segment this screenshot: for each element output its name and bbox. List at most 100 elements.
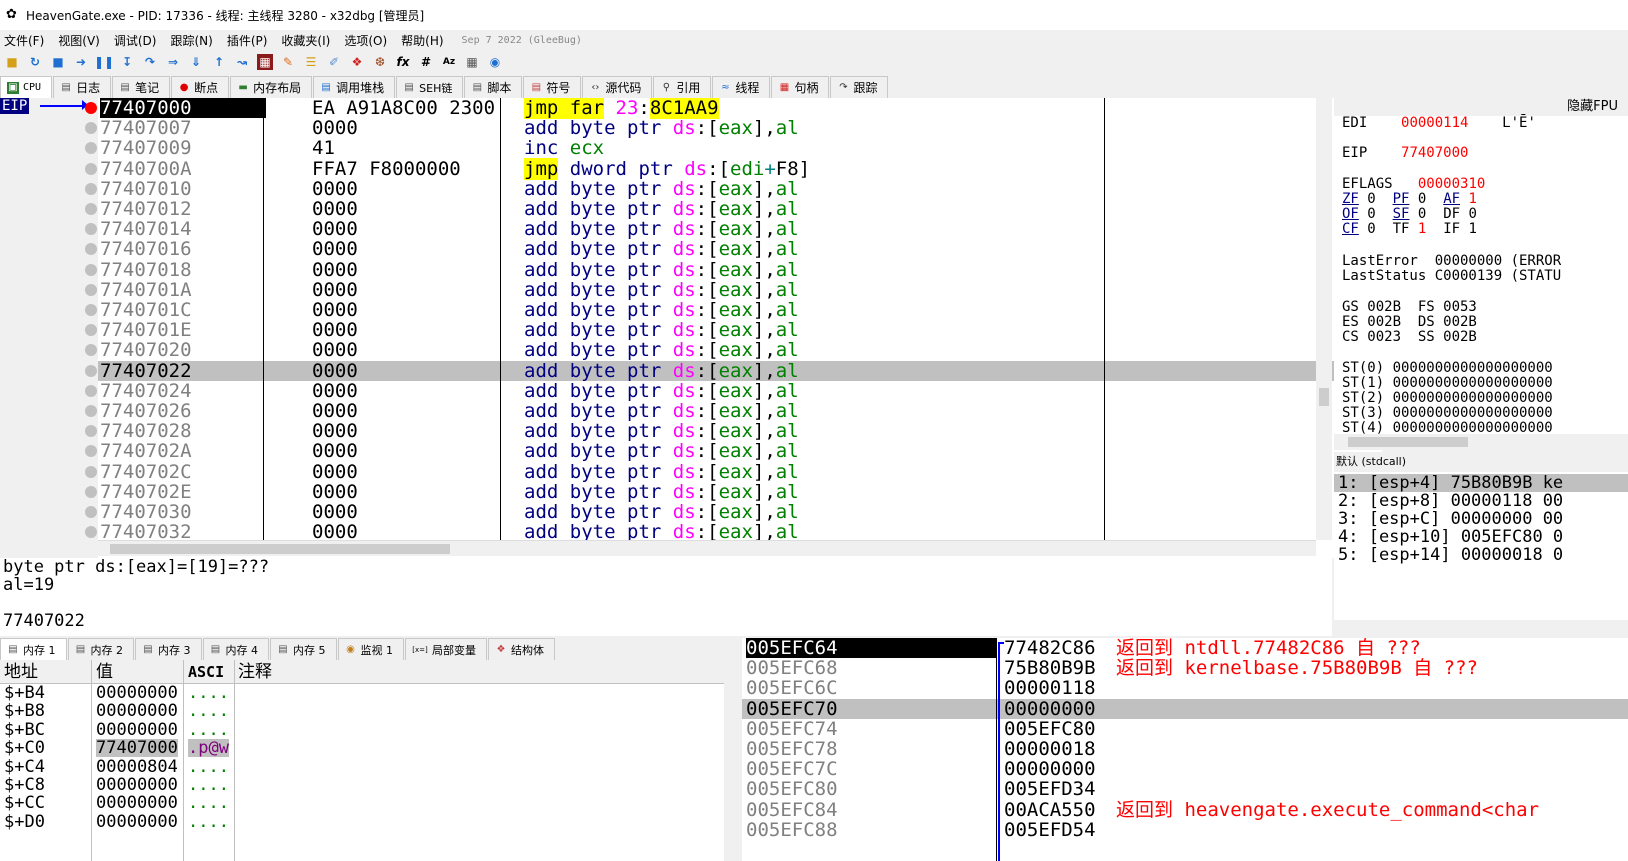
tab-memory-map[interactable]: ▬ 内存布局 (230, 76, 313, 98)
breakpoint-toggle[interactable] (85, 506, 97, 518)
flag-of[interactable]: OF (1342, 206, 1359, 222)
scroll-thumb[interactable] (1348, 437, 1468, 447)
calling-convention-header[interactable]: 默认 (stdcall) (1334, 452, 1628, 472)
stack-view[interactable]: 005EFC64 77482C86 返回到 ntdll.77482C86 自 ???… (742, 638, 1628, 861)
trace-into-icon[interactable]: ⇒ (165, 54, 181, 70)
fpu-register[interactable]: ST(2) 0000000000000000000 (1342, 391, 1553, 406)
tab-handles[interactable]: ▦ 句柄 (771, 76, 830, 98)
argument-row[interactable]: 3: [esp+C] 00000000 00 (1338, 510, 1563, 528)
settings-icon[interactable]: ◉ (487, 54, 503, 70)
disasm-row[interactable]: 7740702E 0000 add byte ptr ds:[eax],al (98, 482, 1364, 502)
stack-row[interactable]: 005EFC74 005EFC80 (742, 719, 1628, 739)
call-arguments-panel[interactable]: 默认 (stdcall) 1: [esp+4] 75B80B9B ke 2: [… (1334, 452, 1628, 636)
trace-over-icon[interactable]: ⇓ (188, 54, 204, 70)
menu-trace[interactable]: 跟踪(N) (170, 32, 212, 49)
run-to-return-icon[interactable]: ↝ (234, 54, 250, 70)
column-header-ascii[interactable]: ASCI (188, 660, 224, 684)
breakpoint-toggle[interactable] (85, 384, 97, 397)
breakpoint-toggle[interactable] (85, 283, 97, 296)
column-header-value[interactable]: 值 (96, 660, 113, 684)
breakpoint-toggle[interactable] (85, 182, 97, 195)
tab-dump-1[interactable]: ▤ 内存 1 (0, 638, 67, 660)
tab-notes[interactable]: ▤ 笔记 (112, 76, 171, 98)
calculator-icon[interactable]: ▦ (464, 54, 480, 70)
memory-dump-view[interactable]: 地址 值 ASCI 注释 $+B4 00000000.... $+B8 0000000… (0, 660, 740, 861)
bookmark-icon[interactable]: ❖ (349, 54, 365, 70)
menu-help[interactable]: 帮助(H) (401, 32, 443, 49)
disasm-row[interactable]: 7740702A 0000 add byte ptr ds:[eax],al (98, 441, 1364, 461)
arguments-horizontal-scrollbar[interactable] (1334, 620, 1628, 636)
segment-registers[interactable]: GS 002B FS 0053 (1342, 300, 1477, 315)
label-icon[interactable]: ✐ (326, 54, 342, 70)
disasm-row[interactable]: 77407016 0000 add byte ptr ds:[eax],al (98, 239, 1364, 259)
function-icon[interactable]: ❆ (372, 54, 388, 70)
disasm-row[interactable]: 7740701C 0000 add byte ptr ds:[eax],al (98, 300, 1364, 320)
flags-row[interactable]: OF 0 SF 0 DF 0 (1342, 207, 1477, 222)
scroll-thumb[interactable] (1319, 388, 1329, 406)
stack-row[interactable]: 005EFC6C 00000118 (742, 678, 1628, 698)
tab-dump-5[interactable]: ▤ 内存 5 (270, 638, 337, 660)
menu-plugins[interactable]: 插件(P) (227, 32, 268, 49)
dump-row[interactable]: $+BC 00000000.... (0, 721, 724, 739)
disasm-row[interactable]: 77407014 0000 add byte ptr ds:[eax],al (98, 219, 1364, 239)
flags-row[interactable]: CF 0 TF 1 IF 1 (1342, 222, 1477, 237)
dump-row[interactable]: $+C4 00000804.... (0, 758, 724, 776)
menu-file[interactable]: 文件(F) (4, 32, 44, 49)
dump-row[interactable]: $+C8 00000000.... (0, 776, 724, 794)
argument-row[interactable]: 4: [esp+10] 005EFC80 0 (1338, 528, 1563, 546)
registers-panel[interactable]: 隐藏FPU EDI 00000114 L'Ē' EIP 77407000 EFL… (1334, 98, 1628, 450)
fpu-register[interactable]: ST(0) 0000000000000000000 (1342, 361, 1553, 376)
flag-af[interactable]: AF (1443, 191, 1460, 207)
flag-cf[interactable]: CF (1342, 221, 1359, 237)
fx-icon[interactable]: fx (395, 54, 411, 70)
disasm-row[interactable]: 7740700A FFA7 F8000000 jmp dword ptr ds:[e… (98, 157, 1364, 180)
tab-dump-3[interactable]: ▤ 内存 3 (135, 638, 202, 660)
restart-icon[interactable]: ↻ (27, 54, 43, 70)
last-status[interactable]: LastStatus C0000139 (STATU (1342, 269, 1561, 284)
disassembly-gutter[interactable] (0, 98, 98, 558)
registers-horizontal-scrollbar[interactable] (1334, 434, 1628, 450)
tab-cpu[interactable]: ▣ CPU (0, 76, 53, 98)
flag-pf[interactable]: PF (1393, 191, 1410, 207)
breakpoint-toggle[interactable] (85, 102, 97, 114)
tab-breakpoints[interactable]: ● 断点 (171, 76, 230, 98)
menu-favourites[interactable]: 收藏夹(I) (281, 32, 330, 49)
font-icon[interactable]: Az (441, 54, 457, 70)
dump-row[interactable]: $+CC 00000000.... (0, 794, 724, 812)
tab-dump-2[interactable]: ▤ 内存 2 (67, 638, 134, 660)
disasm-row[interactable]: 7740701A 0000 add byte ptr ds:[eax],al (98, 280, 1364, 300)
tab-trace[interactable]: ↷ 跟踪 (830, 76, 889, 98)
register-eip[interactable]: EIP 77407000 (1342, 146, 1468, 161)
stack-row[interactable]: 005EFC78 00000018 (742, 739, 1628, 759)
menu-view[interactable]: 视图(V) (58, 32, 100, 49)
tab-watch-1[interactable]: ◉ 监视 1 (337, 638, 404, 660)
stack-row[interactable]: 005EFC84 00ACA550 返回到 heavengate.execute_c… (742, 800, 1628, 820)
hide-fpu-button[interactable]: 隐藏FPU (1334, 98, 1628, 116)
tab-dump-4[interactable]: ▤ 内存 4 (202, 638, 269, 660)
disasm-row[interactable]: 77407012 0000 add byte ptr ds:[eax],al (98, 199, 1364, 219)
disasm-row[interactable]: 77407007 0000 add byte ptr ds:[eax],al (98, 118, 1364, 138)
stop-icon[interactable]: ■ (50, 54, 66, 70)
tab-symbols[interactable]: ▤ 符号 (523, 76, 582, 98)
run-to-user-icon[interactable]: ↑ (211, 54, 227, 70)
tab-source[interactable]: ‹› 源代码 (582, 76, 653, 98)
step-into-icon[interactable]: ↧ (119, 54, 135, 70)
column-header-comment[interactable]: 注释 (238, 660, 272, 684)
disassembly-horizontal-scrollbar[interactable] (98, 540, 1316, 556)
tab-seh[interactable]: ▤ SEH链 (396, 76, 464, 98)
disasm-row[interactable]: 77407009 41 inc ecx (98, 138, 1364, 158)
register-edi[interactable]: EDI 00000114 L'Ē' (1342, 116, 1536, 131)
step-over-icon[interactable]: ↷ (142, 54, 158, 70)
stack-row[interactable]: 005EFC68 75B80B9B 返回到 kernelbase.75B80B9B … (742, 658, 1628, 678)
disasm-row[interactable]: 7740702C 0000 add byte ptr ds:[eax],al (98, 462, 1364, 482)
flag-if[interactable]: IF (1443, 221, 1460, 237)
segment-registers[interactable]: CS 0023 SS 002B (1342, 330, 1477, 345)
argument-row[interactable]: 2: [esp+8] 00000118 00 (1338, 492, 1563, 510)
open-icon[interactable]: ■ (4, 54, 20, 70)
disasm-row[interactable]: 77407018 0000 add byte ptr ds:[eax],al (98, 260, 1364, 280)
breakpoint-toggle[interactable] (85, 485, 97, 498)
dump-row[interactable]: $+B8 00000000.... (0, 702, 724, 720)
argument-row[interactable]: 5: [esp+14] 00000018 0 (1338, 546, 1563, 564)
tab-locals[interactable]: [x=] 局部变量 (405, 638, 487, 660)
patch-icon[interactable]: ✎ (280, 54, 296, 70)
